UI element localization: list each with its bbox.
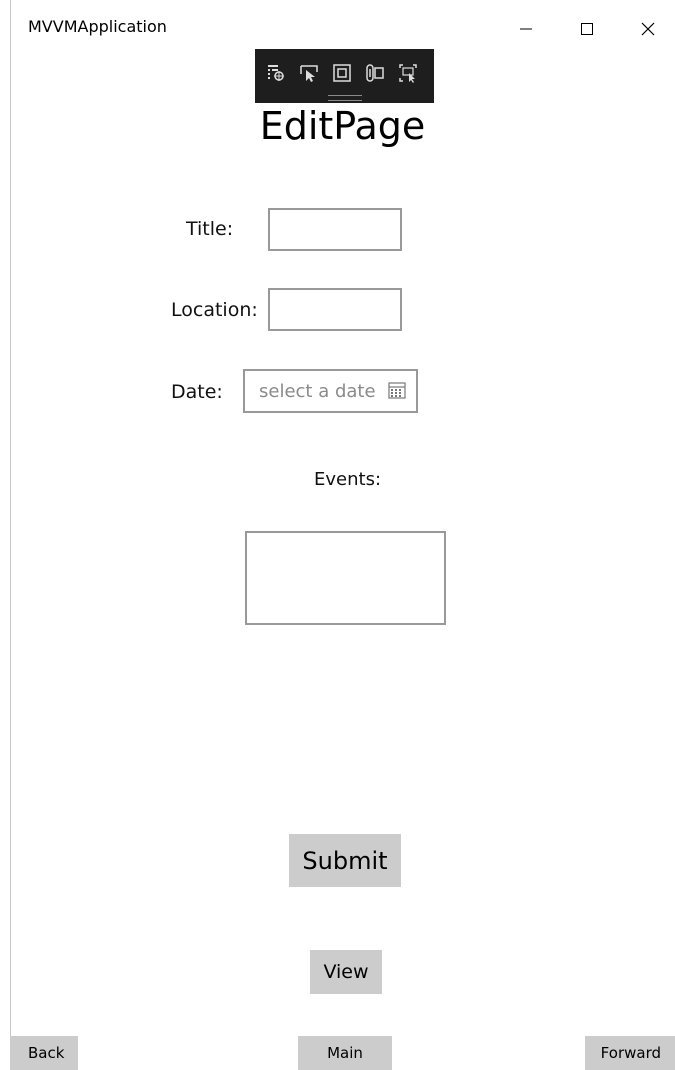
- window-left-border: [10, 0, 11, 1070]
- location-input[interactable]: [268, 288, 402, 331]
- location-label: Location:: [171, 299, 258, 321]
- title-label: Title:: [186, 218, 234, 240]
- submit-button[interactable]: Submit: [289, 834, 401, 887]
- app-window: MVVMApplication EditPage Title: Location…: [0, 0, 675, 1070]
- page-title: EditPage: [259, 104, 426, 148]
- preview-selection-icon[interactable]: [396, 62, 420, 84]
- date-placeholder: select a date: [259, 380, 376, 402]
- app-title: MVVMApplication: [28, 17, 167, 36]
- view-button[interactable]: View: [310, 950, 382, 994]
- title-bar[interactable]: MVVMApplication: [0, 0, 675, 46]
- back-button[interactable]: Back: [10, 1036, 78, 1070]
- display-layout-adorners-icon[interactable]: [330, 62, 354, 84]
- events-label: Events:: [314, 469, 382, 490]
- debug-toolbar[interactable]: [255, 49, 434, 103]
- main-button[interactable]: Main: [298, 1036, 392, 1070]
- forward-button[interactable]: Forward: [585, 1036, 675, 1070]
- calendar-icon: [388, 381, 406, 403]
- maximize-button[interactable]: [564, 14, 610, 44]
- select-element-icon[interactable]: [297, 62, 321, 84]
- close-button[interactable]: [625, 14, 671, 44]
- track-focused-element-icon[interactable]: [363, 62, 387, 84]
- live-visual-tree-icon[interactable]: [264, 62, 288, 84]
- maximize-icon: [581, 23, 593, 35]
- date-picker[interactable]: select a date: [243, 369, 418, 413]
- minimize-button[interactable]: [503, 14, 549, 44]
- minimize-icon: [520, 28, 532, 30]
- events-input[interactable]: [245, 531, 446, 625]
- toolbar-grip[interactable]: [328, 95, 362, 101]
- title-input[interactable]: [268, 208, 402, 251]
- close-icon: [641, 22, 655, 36]
- date-label: Date:: [171, 381, 223, 403]
